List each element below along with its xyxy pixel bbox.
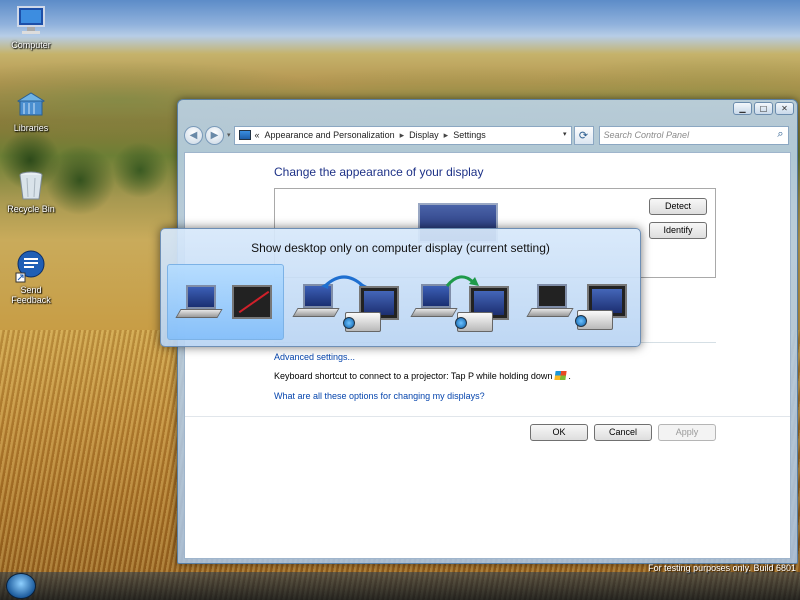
feedback-icon xyxy=(14,249,48,283)
window-controls: ▁ □ ✕ xyxy=(733,102,794,115)
advanced-settings-link[interactable]: Advanced settings... xyxy=(274,352,355,362)
apply-button[interactable]: Apply xyxy=(658,424,716,441)
computer-icon xyxy=(14,4,48,38)
forward-button[interactable]: ▶ xyxy=(205,125,224,145)
ok-button[interactable]: OK xyxy=(530,424,588,441)
display-switch-popup: Show desktop only on computer display (c… xyxy=(160,228,641,347)
desktop-icon-label: Send Feedback xyxy=(11,285,51,305)
minimize-button[interactable]: ▁ xyxy=(733,102,752,115)
detect-button[interactable]: Detect xyxy=(649,198,707,215)
desktop-icon-label: Recycle Bin xyxy=(7,204,55,214)
monitor-off-icon xyxy=(232,285,272,319)
cancel-button[interactable]: Cancel xyxy=(594,424,652,441)
laptop-off-icon xyxy=(526,284,574,320)
desktop-icon-recycle-bin[interactable]: Recycle Bin xyxy=(1,168,61,214)
taskbar xyxy=(0,572,800,600)
address-dropdown-icon[interactable]: ▾ xyxy=(563,130,567,138)
option-projector-only[interactable] xyxy=(519,264,636,340)
libraries-icon xyxy=(14,87,48,121)
navigation-bar: ◀ ▶ ▾ « Appearance and Personalization ▸… xyxy=(184,124,791,146)
desktop-icon-label: Computer xyxy=(11,40,51,50)
refresh-button[interactable]: ⟳ xyxy=(573,125,594,145)
footer-divider xyxy=(185,416,790,417)
identify-button[interactable]: Identify xyxy=(649,222,707,239)
recycle-bin-icon xyxy=(14,168,48,202)
laptop-icon xyxy=(175,285,223,321)
shortcut-suffix: . xyxy=(568,371,571,381)
desktop-icon-computer[interactable]: Computer xyxy=(1,4,61,50)
breadcrumb-separator[interactable]: ▸ xyxy=(400,130,405,141)
shortcut-label: Keyboard shortcut to connect to a projec… xyxy=(274,371,553,381)
option-computer-only[interactable] xyxy=(167,264,284,340)
start-button[interactable] xyxy=(6,573,36,599)
search-placeholder: Search Control Panel xyxy=(603,129,690,140)
close-button[interactable]: ✕ xyxy=(775,102,794,115)
breadcrumb-appearance[interactable]: Appearance and Personalization xyxy=(265,130,395,140)
search-input[interactable]: Search Control Panel ⌕ xyxy=(598,125,789,145)
help-link[interactable]: What are all these options for changing … xyxy=(274,391,485,401)
popup-title: Show desktop only on computer display (c… xyxy=(251,241,550,255)
projector-icon xyxy=(455,312,493,332)
recent-pages-dropdown[interactable]: ▾ xyxy=(227,131,231,139)
shortcut-text: Keyboard shortcut to connect to a projec… xyxy=(274,371,571,381)
projector-icon xyxy=(343,312,381,332)
breadcrumb-separator[interactable]: ▸ xyxy=(444,130,449,141)
breadcrumb-display[interactable]: Display xyxy=(409,130,439,140)
desktop-icon-send-feedback[interactable]: Send Feedback xyxy=(1,249,61,305)
maximize-button[interactable]: □ xyxy=(754,102,773,115)
address-prefix[interactable]: « xyxy=(255,130,260,140)
projector-icon xyxy=(575,310,613,330)
address-bar[interactable]: « Appearance and Personalization ▸ Displ… xyxy=(233,125,572,145)
search-icon[interactable]: ⌕ xyxy=(777,128,783,141)
content-pane: Change the appearance of your display De… xyxy=(184,152,791,559)
back-button[interactable]: ◀ xyxy=(184,125,203,145)
breadcrumb-settings[interactable]: Settings xyxy=(453,130,486,140)
option-extend[interactable] xyxy=(407,264,524,340)
control-panel-icon xyxy=(238,130,251,140)
page-title: Change the appearance of your display xyxy=(274,165,484,179)
desktop-icon-label: Libraries xyxy=(13,123,49,133)
desktop-icon-libraries[interactable]: Libraries xyxy=(1,87,61,133)
option-duplicate[interactable] xyxy=(287,264,404,340)
windows-key-icon xyxy=(554,371,567,380)
